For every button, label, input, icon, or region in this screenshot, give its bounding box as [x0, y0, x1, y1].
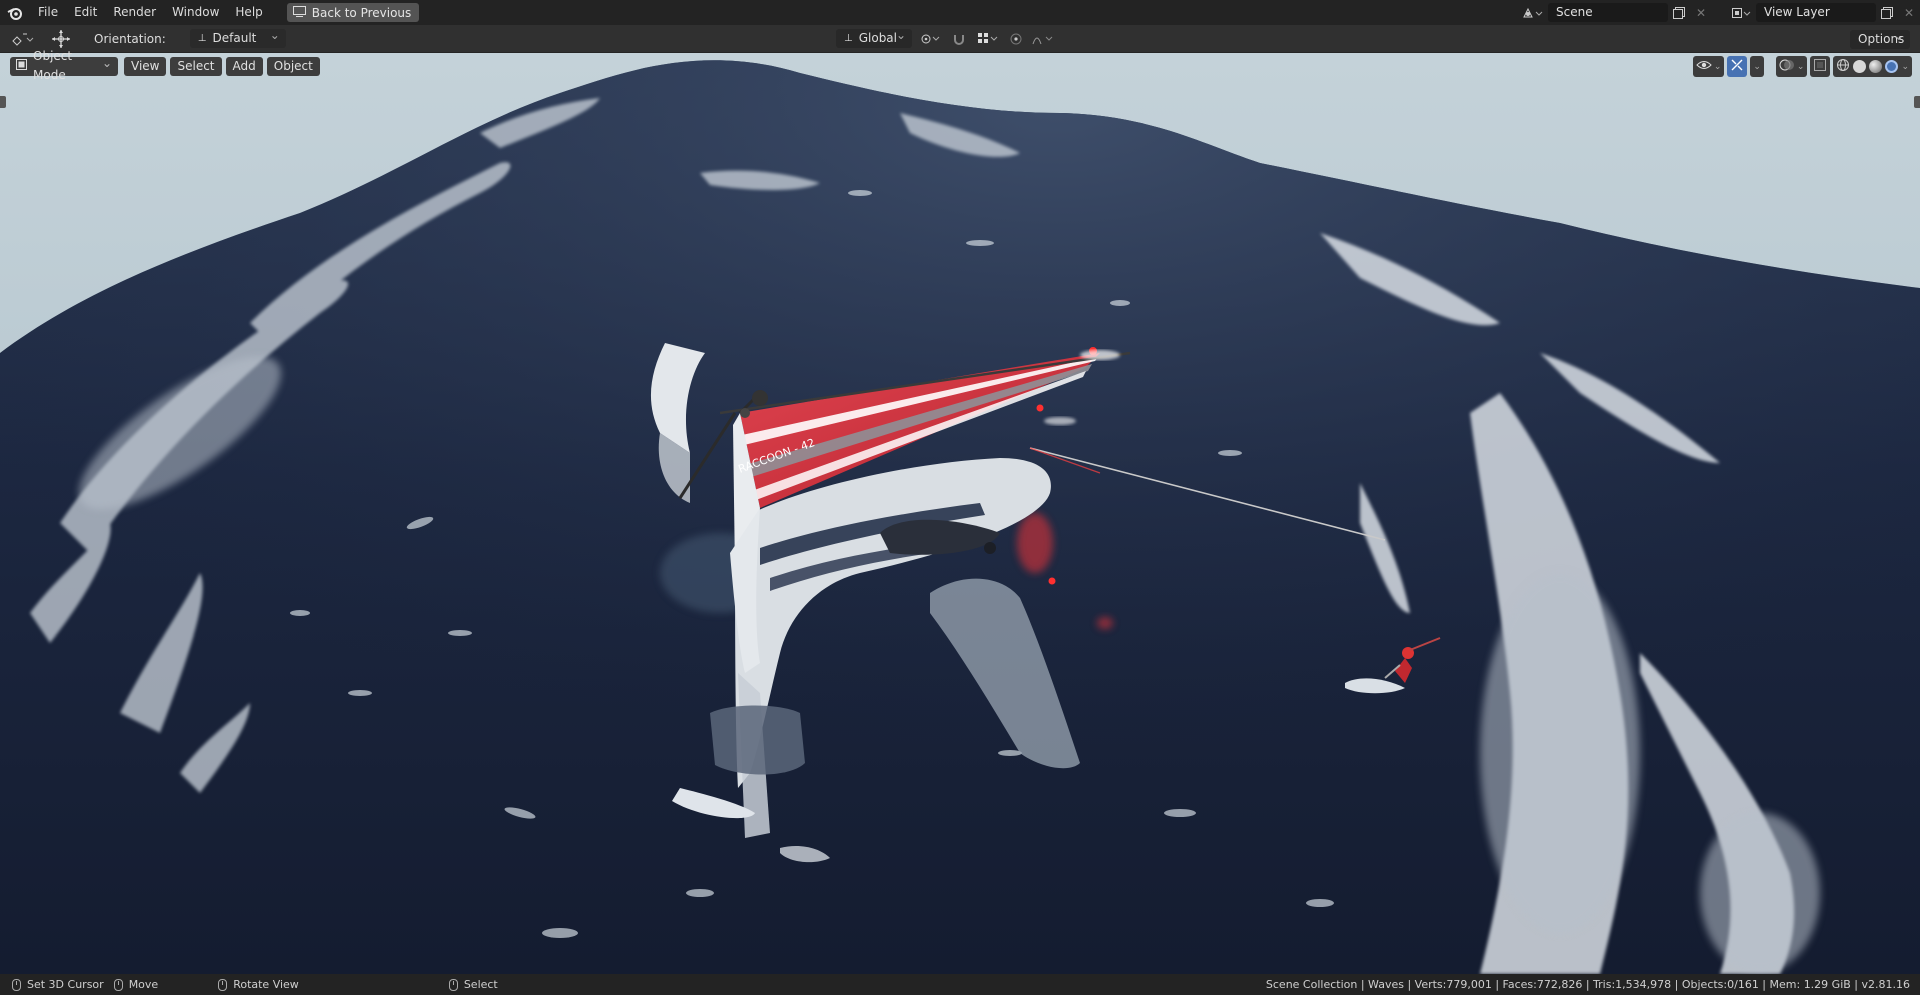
new-view-layer-icon[interactable] — [1876, 3, 1898, 22]
view-layer-type-icon[interactable] — [1726, 3, 1756, 22]
blender-logo-icon[interactable] — [0, 0, 30, 25]
menu-edit[interactable]: Edit — [66, 0, 105, 25]
viewport-shading-controls: ⌄ ⌄ ⌄ ⌄ — [1692, 56, 1912, 77]
shading-chevron-icon[interactable]: ⌄ — [1901, 62, 1909, 72]
menu-file[interactable]: File — [30, 0, 66, 25]
xray-icon — [1813, 58, 1827, 75]
shading-mode-group: ⌄ — [1833, 56, 1912, 77]
status-left-click: Set 3D Cursor — [12, 974, 104, 995]
rendered-shading-icon[interactable] — [1885, 60, 1899, 73]
status-bar: Set 3D Cursor Move Rotate View Select Sc… — [0, 974, 1920, 995]
xray-toggle[interactable] — [1810, 56, 1831, 77]
menu-window[interactable]: Window — [164, 0, 227, 25]
object-mode-icon — [16, 57, 27, 76]
snap-target-icon[interactable] — [974, 29, 1002, 48]
proportional-edit-icon[interactable] — [1006, 29, 1026, 48]
new-scene-icon[interactable] — [1668, 3, 1690, 22]
viewport-header: Object Mode View Select Add Object — [0, 49, 1920, 82]
mouse-drag-icon — [218, 978, 228, 991]
scene-selector-group: Scene ✕ View Layer ✕ — [1518, 0, 1920, 25]
material-shading-icon[interactable] — [1869, 60, 1883, 73]
object-mode-dropdown[interactable]: Object Mode — [10, 49, 118, 82]
menu-help[interactable]: Help — [227, 0, 270, 25]
status-middle-click-label: Move — [128, 978, 159, 991]
object-mode-label: Object Mode — [33, 49, 73, 82]
gizmo-dropdown[interactable]: ⌄ — [1750, 56, 1764, 77]
mouse-right-icon — [448, 978, 458, 991]
falloff-curve-icon[interactable] — [1030, 29, 1058, 48]
menu-add[interactable]: Add — [225, 56, 263, 76]
transform-gizmo-icon[interactable] — [48, 29, 74, 48]
orientation-label: Orientation: — [94, 31, 166, 46]
delete-view-layer-icon[interactable]: ✕ — [1898, 3, 1920, 22]
3d-viewport[interactable]: RACCOON - 42 — [0, 53, 1920, 974]
top-menu-bar: File Edit Render Window Help Back to Pre… — [0, 0, 1920, 25]
status-left-click-label: Set 3D Cursor — [27, 978, 104, 991]
eye-icon — [1696, 59, 1712, 74]
gizmo-toggle[interactable] — [1727, 56, 1748, 77]
scene-type-icon[interactable] — [1518, 3, 1548, 22]
overlay-icon — [1779, 58, 1795, 75]
menu-object[interactable]: Object — [266, 56, 320, 76]
overlays-dropdown[interactable]: ⌄ — [1775, 56, 1808, 77]
status-right-click-label: Select — [463, 978, 498, 991]
screen-icon — [292, 5, 306, 20]
status-right-drag: Rotate View — [218, 974, 299, 995]
global-axes-icon: ⊥ — [844, 33, 853, 44]
snap-toggle-icon[interactable] — [948, 29, 970, 48]
editor-type-icon[interactable] — [8, 29, 38, 48]
mouse-middle-icon — [113, 978, 123, 991]
tool-header: Orientation: ⊥ Default ⊥ Global Options — [0, 25, 1920, 53]
visibility-chevron-icon: ⌄ — [1713, 61, 1722, 72]
back-to-previous-label: Back to Previous — [311, 5, 412, 20]
orientation-dropdown[interactable]: ⊥ Default — [189, 26, 286, 48]
wireframe-shading-icon[interactable] — [1836, 58, 1850, 75]
pivot-point-icon[interactable] — [916, 29, 944, 48]
ocean-scene-render: RACCOON - 42 — [0, 53, 1920, 974]
gizmo-icon — [1730, 58, 1744, 75]
scene-name-field[interactable]: Scene — [1548, 3, 1668, 22]
transform-orientation-dropdown[interactable]: ⊥ Global — [836, 26, 912, 48]
transform-orientation-value: Global — [858, 31, 897, 45]
delete-scene-icon[interactable]: ✕ — [1690, 3, 1712, 22]
status-middle-click: Move — [113, 974, 159, 995]
orientation-value: Default — [212, 31, 257, 45]
overlay-chevron-icon: ⌄ — [1796, 61, 1805, 72]
menu-view[interactable]: View — [124, 56, 167, 76]
sidebar-region-handle[interactable] — [1914, 96, 1920, 108]
options-dropdown[interactable]: Options — [1850, 27, 1910, 49]
axes-icon: ⊥ — [197, 33, 207, 44]
menu-render[interactable]: Render — [105, 0, 164, 25]
gizmo-chevron-icon: ⌄ — [1753, 61, 1761, 72]
toolbar-region-handle[interactable] — [0, 96, 6, 108]
solid-shading-icon[interactable] — [1853, 60, 1867, 73]
status-right-click: Select — [448, 974, 498, 995]
status-right-drag-label: Rotate View — [233, 978, 299, 991]
visibility-dropdown[interactable]: ⌄ — [1692, 56, 1725, 77]
view-layer-field[interactable]: View Layer — [1756, 3, 1876, 22]
mouse-left-icon — [12, 978, 21, 991]
scene-statistics: Scene Collection | Waves | Verts:779,001… — [1265, 978, 1910, 991]
menu-select[interactable]: Select — [170, 56, 222, 76]
back-to-previous-button[interactable]: Back to Previous — [286, 3, 420, 22]
